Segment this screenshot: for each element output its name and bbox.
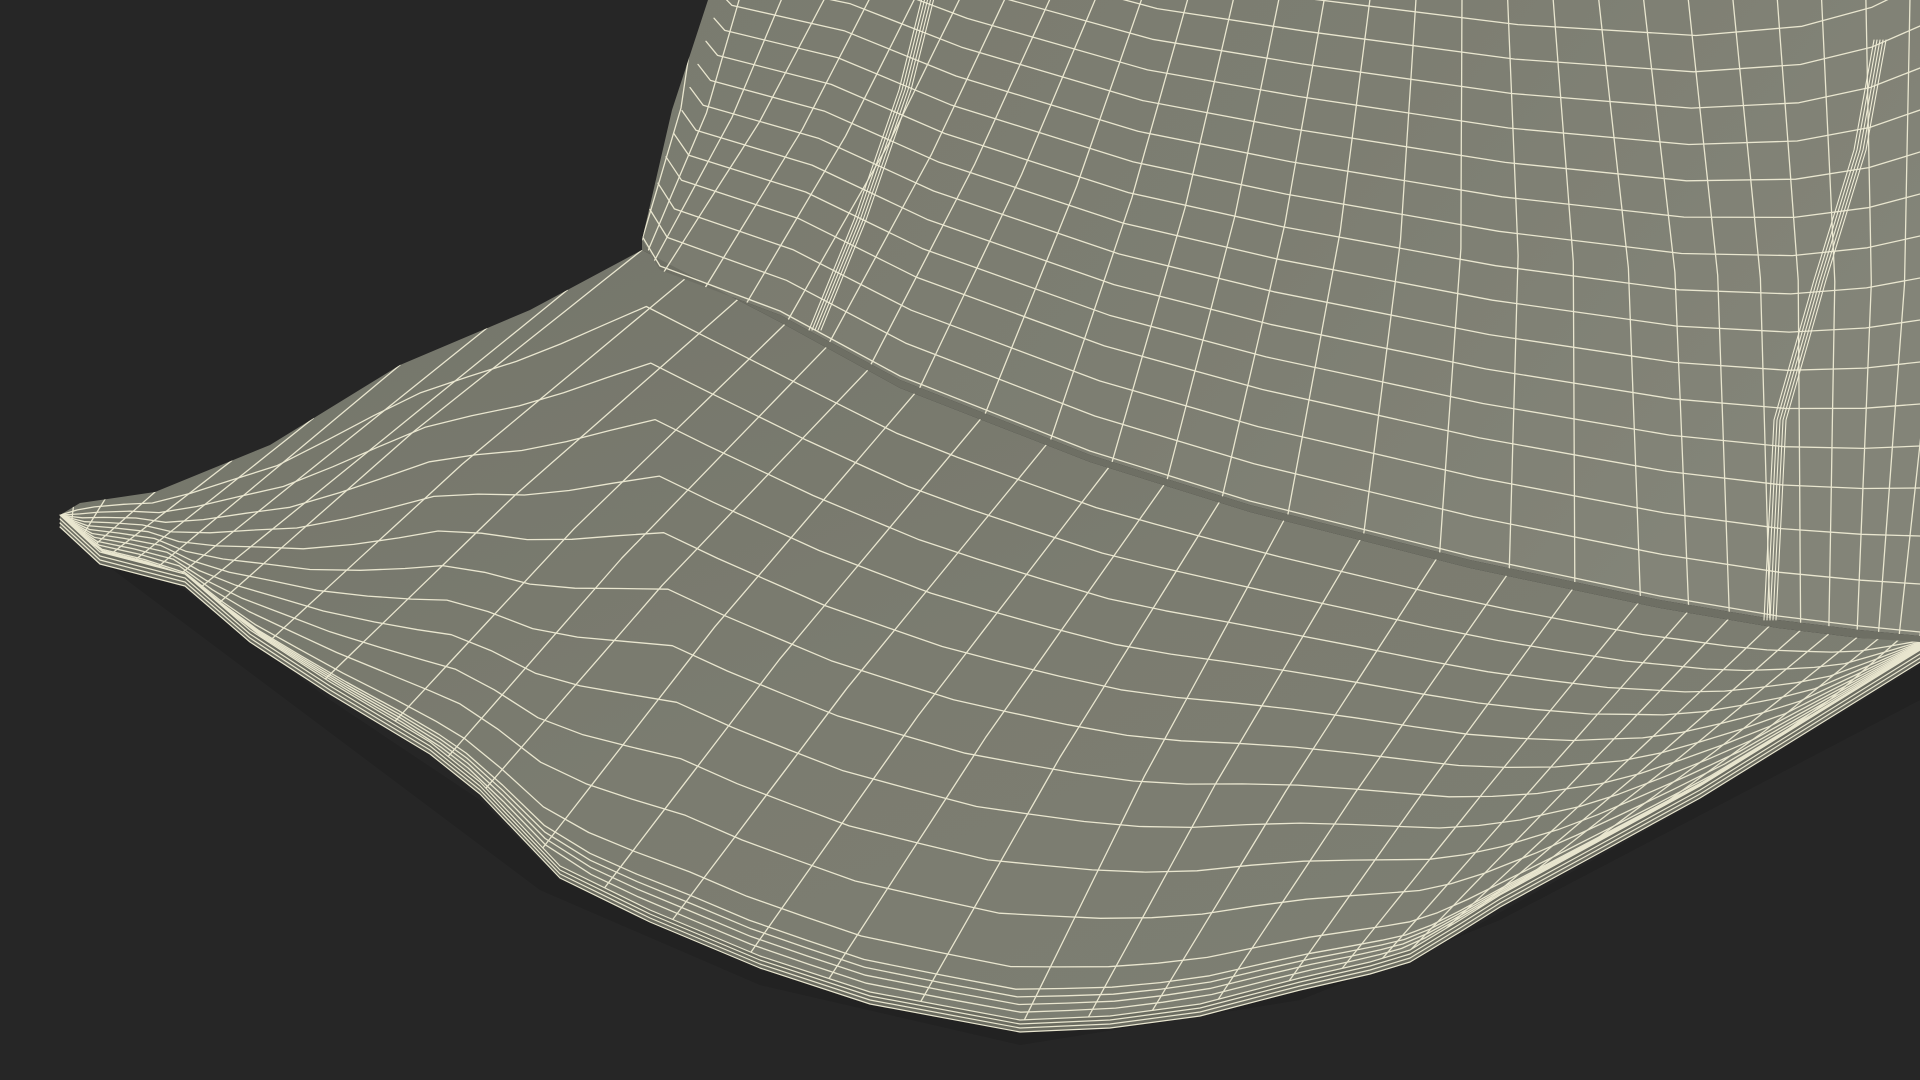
- cap-wireframe-render: [59, 0, 1920, 1045]
- render-viewport: [0, 0, 1920, 1080]
